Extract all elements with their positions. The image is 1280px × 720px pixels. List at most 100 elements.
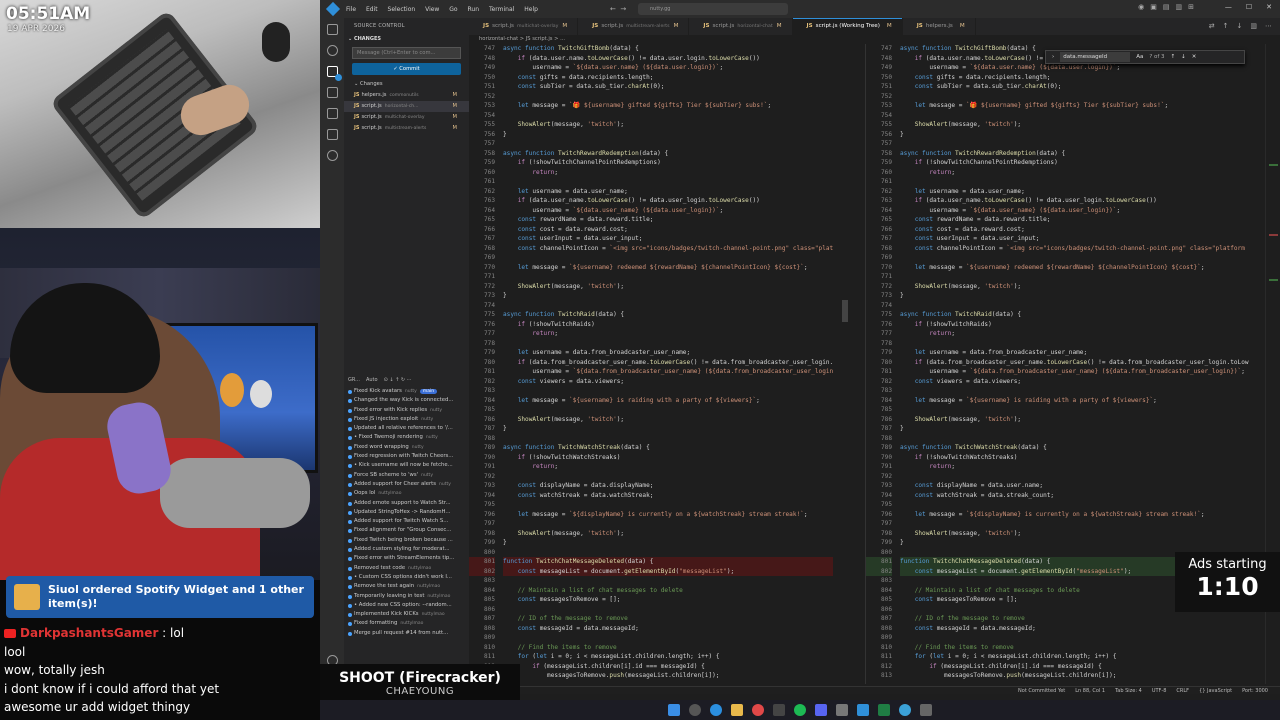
run-debug-icon[interactable] — [326, 87, 338, 98]
code-line[interactable] — [900, 301, 1249, 311]
code-line[interactable]: ShowAlert(message, 'twitch'); — [900, 120, 1249, 130]
code-line[interactable]: const gifts = data.recipients.length; — [503, 73, 833, 83]
code-line[interactable] — [503, 576, 833, 586]
code-line[interactable]: if (!showTwitchWatchStreaks) — [503, 453, 833, 463]
code-line[interactable] — [900, 272, 1249, 282]
code-line[interactable]: let message = `🎁 ${username} gifted ${gi… — [503, 101, 833, 111]
code-line[interactable]: username = `${data.user_name} (${data.us… — [900, 206, 1249, 216]
code-line[interactable]: ShowAlert(message, 'twitch'); — [900, 282, 1249, 292]
code-line[interactable] — [503, 633, 833, 643]
code-line[interactable]: const messageList = document.getElementB… — [503, 566, 834, 576]
commit-row[interactable]: Fixed Twitch being broken because ... — [344, 536, 469, 545]
code-line[interactable] — [900, 139, 1249, 149]
graph-auto-label[interactable]: Auto — [366, 375, 378, 385]
editor-tab[interactable]: JS script.js horizontal-chat M — [689, 18, 793, 35]
code-line[interactable]: username = `${data.from_broadcaster_user… — [503, 367, 833, 377]
code-line[interactable]: async function TwitchRewardRedemption(da… — [900, 149, 1249, 159]
code-line[interactable]: ShowAlert(message, 'twitch'); — [503, 120, 833, 130]
code-line[interactable]: return; — [503, 462, 833, 472]
commit-row[interactable]: Changed the way Kick is connected... — [344, 396, 469, 405]
code-line[interactable]: // Find the items to remove — [900, 643, 1249, 653]
code-line[interactable]: const messagesToRemove = []; — [503, 595, 833, 605]
commit-row[interactable]: Fixed alignment for "Group Consec... — [344, 526, 469, 535]
code-line[interactable] — [900, 519, 1249, 529]
status-item[interactable]: {} JavaScript — [1199, 687, 1232, 694]
code-line[interactable]: const watchStreak = data.streak_count; — [900, 491, 1249, 501]
menu-edit[interactable]: Edit — [366, 6, 378, 13]
menu-terminal[interactable]: Terminal — [489, 6, 514, 13]
code-line[interactable] — [900, 434, 1249, 444]
code-line[interactable]: messagesToRemove.push(messageList.childr… — [503, 671, 833, 681]
status-item[interactable]: Ln 88, Col 1 — [1075, 687, 1105, 694]
code-line[interactable]: const subTier = data.sub_tier.charAt(0); — [503, 82, 833, 92]
editor-tab[interactable]: JS script.js multistream-alerts M — [578, 18, 690, 35]
code-line[interactable]: const userInput = data.user_input; — [900, 234, 1249, 244]
code-line[interactable]: let message = `${displayName} is current… — [503, 510, 833, 520]
commit-row[interactable]: Removed test code nuttylmao — [344, 564, 469, 573]
code-line[interactable]: if (!showTwitchWatchStreaks) — [900, 453, 1249, 463]
commit-row[interactable]: Fixed word wrapping nutty — [344, 443, 469, 452]
taskbar-app-icon[interactable] — [899, 704, 911, 716]
commit-row[interactable]: Added custom styling for moderat... — [344, 545, 469, 554]
code-line[interactable]: async function TwitchRewardRedemption(da… — [503, 149, 833, 159]
code-line[interactable] — [503, 548, 833, 558]
remote-explorer-icon[interactable] — [326, 129, 338, 140]
next-match-icon[interactable]: ↓ — [1181, 54, 1186, 60]
code-line[interactable]: if (!showTwitchRaids) — [900, 320, 1249, 330]
back-arrow-icon[interactable]: ← — [610, 5, 616, 13]
changed-file[interactable]: JS helpers.js commonutils M — [344, 90, 469, 101]
breadcrumb[interactable]: horizontal-chat > JS script.js > ... — [469, 35, 1280, 44]
taskbar-app-icon[interactable] — [836, 704, 848, 716]
discord-icon[interactable] — [815, 704, 827, 716]
code-line[interactable]: } — [900, 130, 1249, 140]
prev-change-icon[interactable]: ↑ — [1223, 22, 1229, 30]
code-line[interactable]: const cost = data.reward.cost; — [900, 225, 1249, 235]
code-line[interactable] — [900, 472, 1249, 482]
code-line[interactable]: } — [900, 538, 1249, 548]
status-item[interactable]: CRLF — [1176, 687, 1189, 694]
code-line[interactable]: async function TwitchWatchStreak(data) { — [900, 443, 1249, 453]
code-line[interactable]: let username = data.user_name; — [503, 187, 833, 197]
code-line[interactable]: const watchStreak = data.watchStreak; — [503, 491, 833, 501]
code-line[interactable] — [503, 111, 833, 121]
code-line[interactable]: return; — [503, 168, 833, 178]
code-line[interactable]: } — [900, 291, 1249, 301]
left-scrollbar[interactable] — [842, 300, 848, 322]
taskbar-app-icon[interactable] — [689, 704, 701, 716]
code-line[interactable]: for (let i = 0; i < messageList.children… — [900, 652, 1249, 662]
code-line[interactable]: let message = `${username} redeemed ${re… — [900, 263, 1249, 273]
menu-go[interactable]: Go — [449, 6, 457, 13]
commit-row[interactable]: Remove the test again nuttylmao — [344, 582, 469, 591]
menu-view[interactable]: View — [425, 6, 439, 13]
code-line[interactable]: username = `${data.user.name} (${data.us… — [900, 63, 1249, 73]
changed-file[interactable]: JS script.js multistream-alerts M — [344, 123, 469, 134]
open-changes-icon[interactable]: ⇄ — [1209, 22, 1215, 30]
source-control-icon[interactable] — [326, 66, 342, 81]
next-change-icon[interactable]: ↓ — [1237, 22, 1243, 30]
code-line[interactable]: let message = `${username} is raiding wi… — [900, 396, 1249, 406]
code-line[interactable]: const messageId = data.messageId; — [900, 624, 1249, 634]
commit-row[interactable]: • Added new CSS option: --random... — [344, 601, 469, 610]
taskbar-app-icon[interactable] — [773, 704, 785, 716]
code-line[interactable]: ShowAlert(message, 'twitch'); — [503, 529, 833, 539]
code-line[interactable]: const displayName = data.user.name; — [900, 481, 1249, 491]
code-line[interactable]: ShowAlert(message, 'twitch'); — [503, 282, 833, 292]
chrome-icon[interactable] — [752, 704, 764, 716]
code-line[interactable]: async function TwitchGiftBomb(data) { — [503, 44, 833, 54]
code-line[interactable]: if (data.from_broadcaster_user_name.toLo… — [900, 358, 1249, 368]
code-line[interactable]: username = `${data.user_name} (${data.us… — [503, 206, 833, 216]
changed-file[interactable]: JS script.js multichat-overlay M — [344, 112, 469, 123]
commit-row[interactable]: Implemented Kick KICKs nuttylmao — [344, 610, 469, 619]
code-line[interactable]: let message = `${username} redeemed ${re… — [503, 263, 833, 273]
code-line[interactable]: const userInput = data.user_input; — [503, 234, 833, 244]
code-line[interactable]: } — [900, 424, 1249, 434]
maximize-icon[interactable]: ☐ — [1246, 3, 1252, 11]
code-line[interactable]: // ID of the message to remove — [503, 614, 833, 624]
toggle-secondary-sidebar-icon[interactable]: ▥ — [1176, 3, 1183, 11]
code-line[interactable] — [503, 519, 833, 529]
code-line[interactable]: const cost = data.reward.cost; — [503, 225, 833, 235]
code-line[interactable]: return; — [503, 329, 833, 339]
commit-row[interactable]: Force SB scheme to 'ws' nutty — [344, 471, 469, 480]
command-center[interactable]: nutty.gg — [638, 3, 788, 15]
code-line[interactable]: if (messageList.children[i].id === messa… — [503, 662, 833, 672]
